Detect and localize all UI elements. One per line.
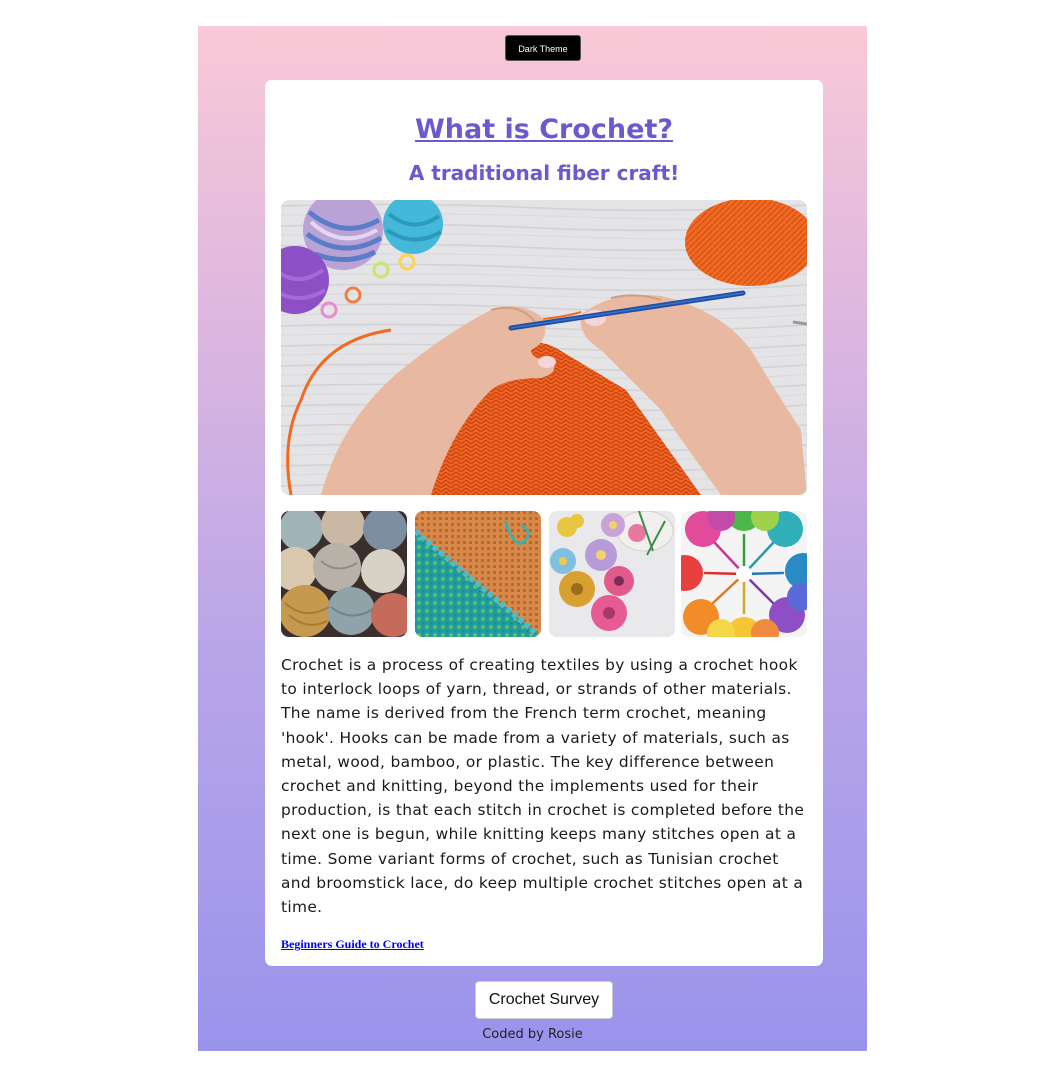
dark-theme-button[interactable]: Dark Theme [505, 35, 581, 61]
footer-credit: Coded by Rosie [482, 1027, 583, 1042]
hero-image [281, 200, 807, 495]
page-subtitle: A traditional fiber craft! [408, 161, 680, 185]
crochet-survey-button[interactable]: Crochet Survey [475, 981, 613, 1019]
beginners-guide-link[interactable]: Beginners Guide to Crochet [281, 937, 424, 952]
thumbnail-crochet-fabric [415, 511, 541, 637]
page-title[interactable]: What is Crochet? [265, 114, 823, 145]
thumbnail-crochet-flowers [549, 511, 675, 637]
thumbnail-yarn-balls [281, 511, 407, 637]
article-body: Crochet is a process of creating textile… [281, 656, 805, 917]
content-card: What is Crochet? A traditional fiber cra… [265, 80, 823, 966]
page-background: Dark Theme What is Crochet? A traditiona… [198, 26, 867, 1051]
thumbnail-rainbow-yarn [681, 511, 807, 637]
